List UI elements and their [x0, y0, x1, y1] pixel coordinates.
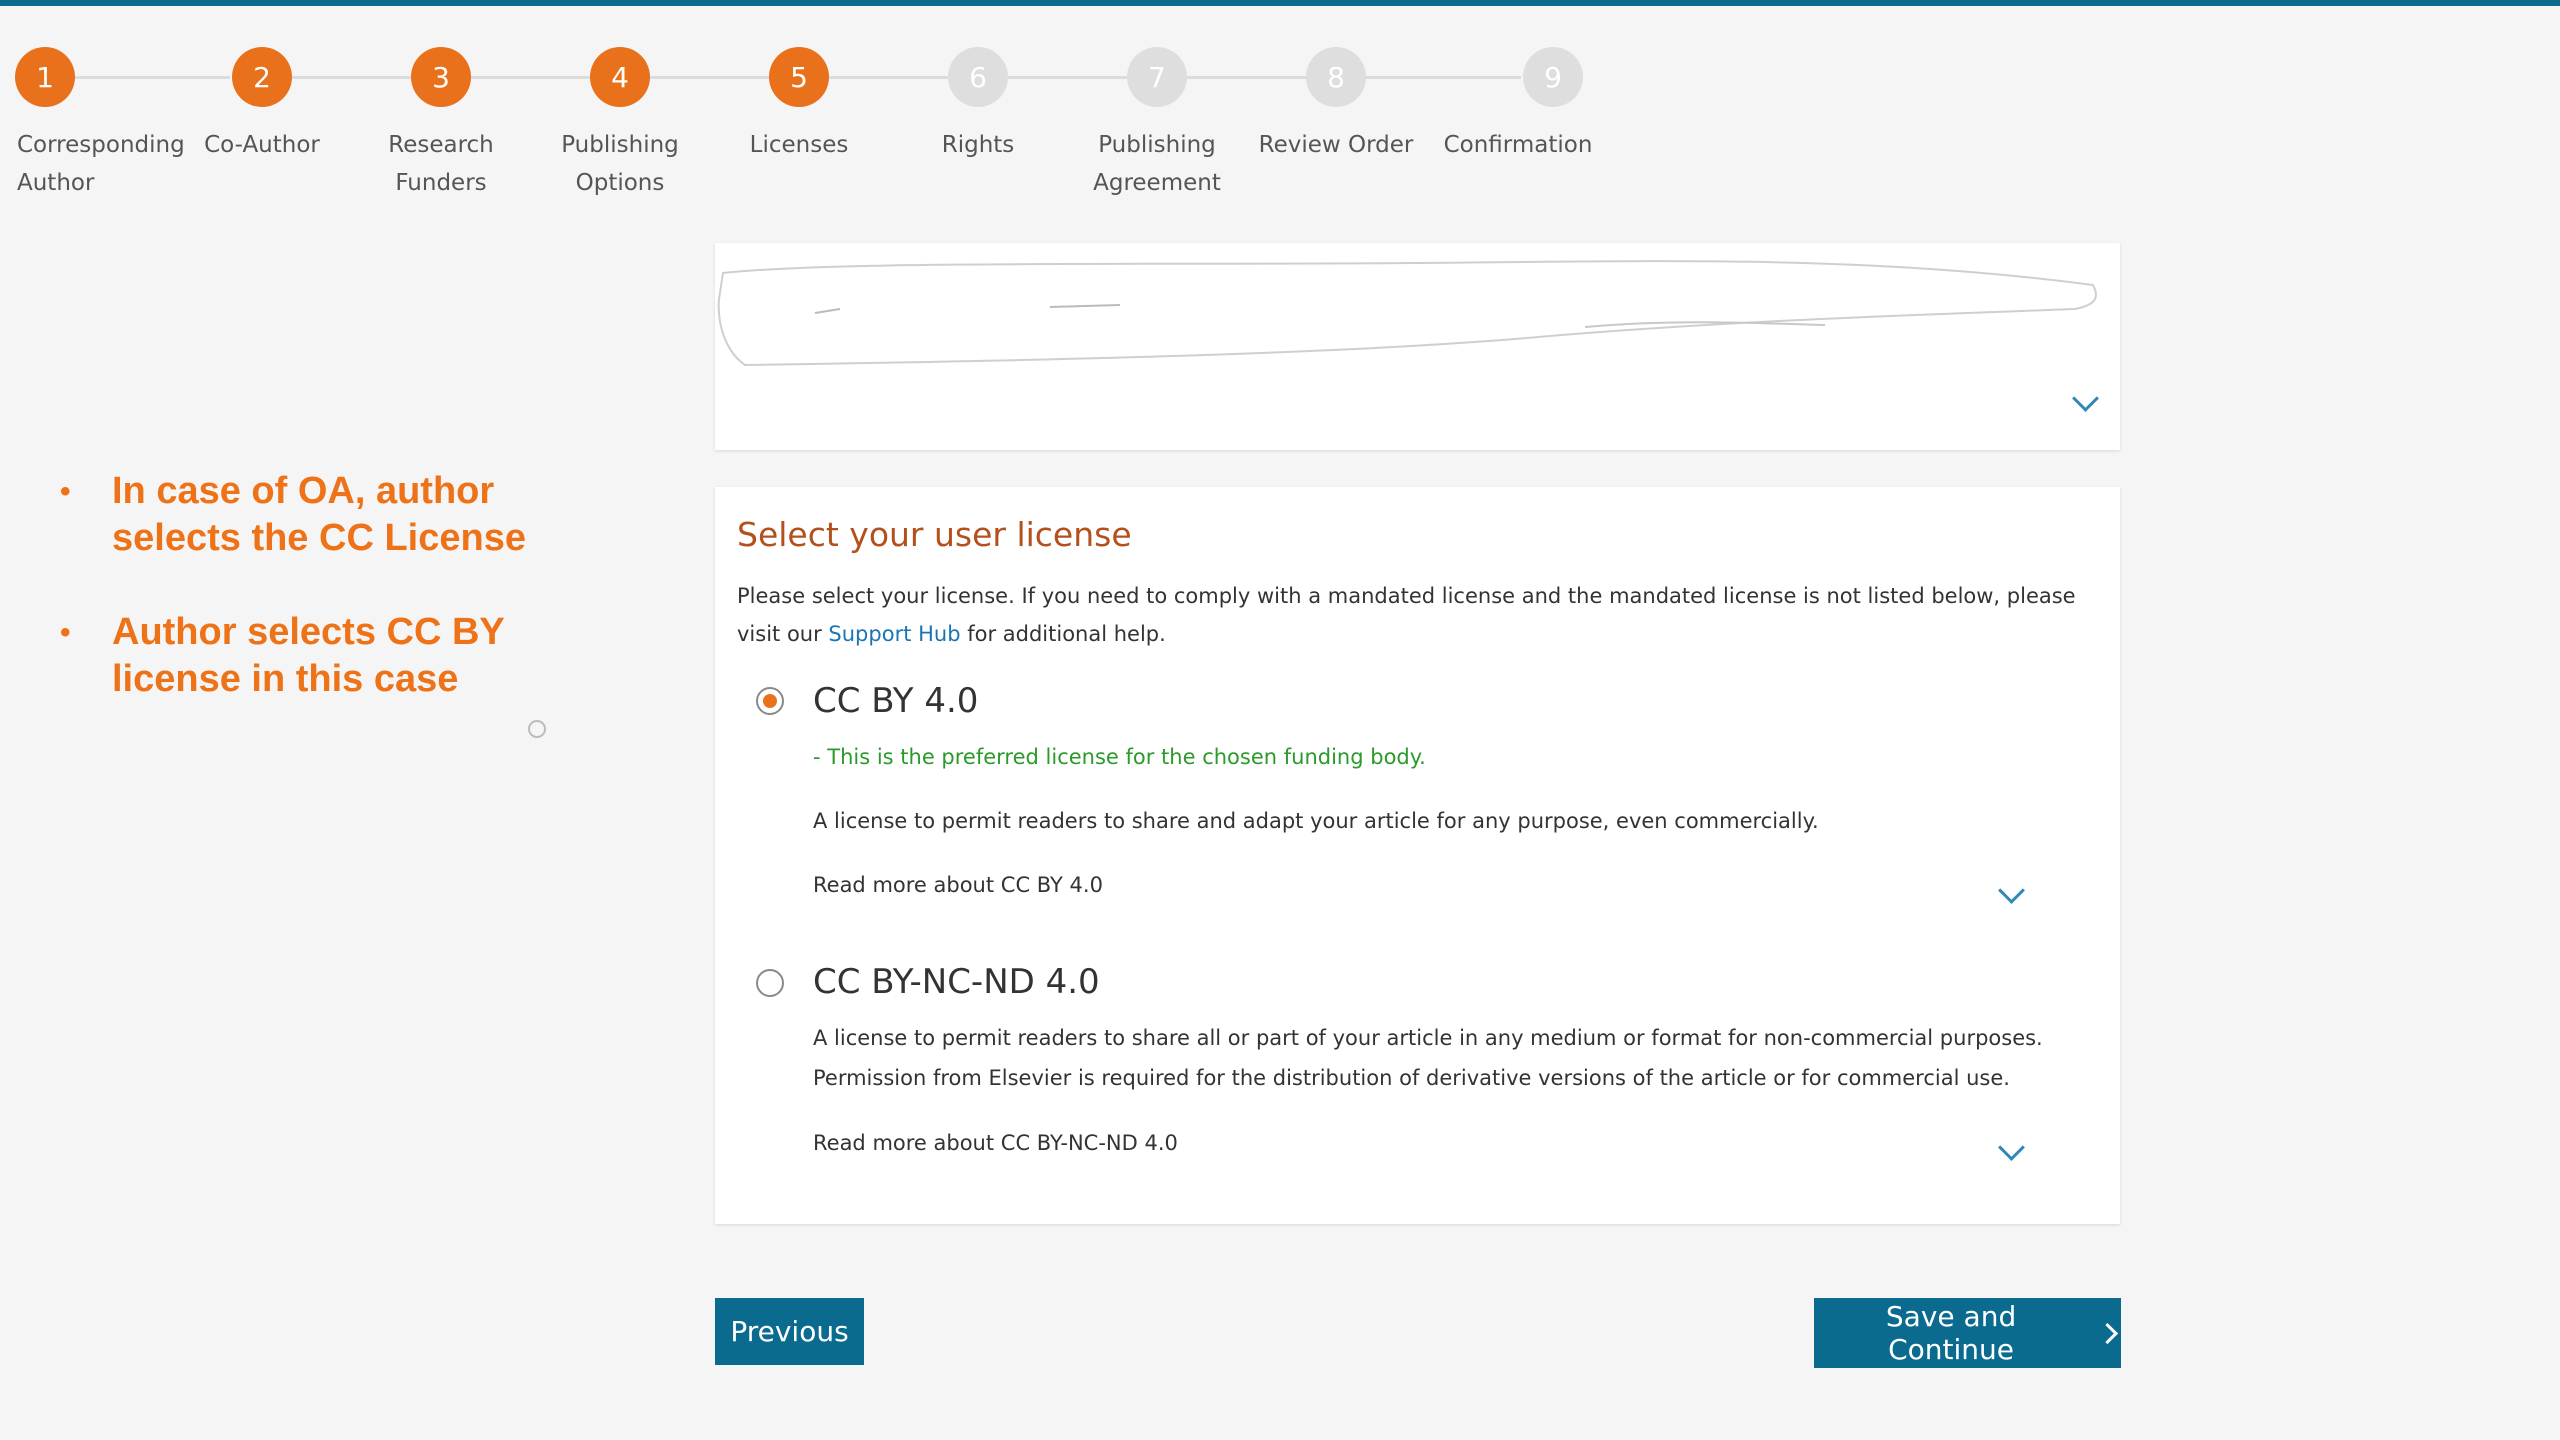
- step-6-label: Rights: [941, 132, 1015, 158]
- chevron-down-icon[interactable]: [1998, 1134, 2025, 1161]
- step-2-label: Co-Author: [204, 132, 320, 158]
- step-connector: [1366, 76, 1521, 79]
- previous-button[interactable]: Previous: [715, 1298, 864, 1365]
- step-1-circle[interactable]: 1: [15, 47, 75, 107]
- article-summary-card[interactable]: [715, 243, 2120, 450]
- cc-by-nc-nd-read-more[interactable]: Read more about CC BY-NC-ND 4.0: [813, 1123, 1513, 1163]
- step-8-label: Review Order: [1258, 132, 1414, 158]
- cc-by-nc-nd-radio[interactable]: [756, 969, 784, 997]
- step-connector: [471, 76, 591, 79]
- step-3-label: Research Funders: [388, 132, 494, 196]
- cc-by-read-more[interactable]: Read more about CC BY 4.0: [813, 865, 1513, 905]
- cc-by-title[interactable]: CC BY 4.0: [813, 681, 978, 721]
- cc-by-radio[interactable]: [756, 687, 784, 715]
- step-8-circle: 8: [1306, 47, 1366, 107]
- support-hub-link[interactable]: Support Hub: [828, 622, 960, 646]
- chevron-right-icon: [2097, 1322, 2119, 1344]
- step-9-label: Confirmation: [1443, 132, 1593, 158]
- step-connector: [829, 76, 949, 79]
- step-3-circle[interactable]: 3: [411, 47, 471, 107]
- license-intro: Please select your license. If you need …: [737, 577, 2107, 653]
- cc-by-description: A license to permit readers to share and…: [813, 809, 1819, 833]
- cc-by-nc-nd-description: A license to permit readers to share all…: [813, 1026, 2043, 1090]
- step-2-circle[interactable]: 2: [232, 47, 292, 107]
- previous-label: Previous: [730, 1315, 849, 1348]
- step-7-label: Publishing Agreement: [1093, 132, 1221, 196]
- step-6-circle: 6: [948, 47, 1008, 107]
- section-title: Select your user license: [737, 515, 1132, 554]
- license-card: Select your user license Please select y…: [715, 487, 2120, 1224]
- step-connector: [75, 76, 230, 79]
- step-4-label: Publishing Options: [561, 132, 679, 196]
- redacted-content: [717, 260, 2097, 367]
- step-connector: [292, 76, 412, 79]
- intro-text-end: for additional help.: [960, 622, 1166, 646]
- preferred-license-note: - This is the preferred license for the …: [813, 745, 1426, 769]
- step-9-circle: 9: [1523, 47, 1583, 107]
- step-5-label: Licenses: [749, 132, 849, 158]
- cc-by-nc-nd-title[interactable]: CC BY-NC-ND 4.0: [813, 962, 1100, 1002]
- step-connector: [650, 76, 770, 79]
- annotation-bullet: • Author selects CC BY license in this c…: [60, 609, 620, 703]
- step-7-circle: 7: [1127, 47, 1187, 107]
- chevron-down-icon[interactable]: [1998, 877, 2025, 904]
- step-4-circle[interactable]: 4: [590, 47, 650, 107]
- step-5-circle[interactable]: 5: [769, 47, 829, 107]
- annotation-text: Author selects CC BY license in this cas…: [112, 611, 505, 700]
- annotation-text: In case of OA, author selects the CC Lic…: [112, 470, 526, 559]
- bullet-dot: •: [60, 475, 71, 508]
- cursor-indicator: [528, 720, 546, 738]
- bullet-dot: •: [60, 616, 71, 649]
- progress-stepper: 1 2 3 4 5 6 7 8 9 Corresponding Author C…: [0, 0, 2560, 230]
- annotation-bullet: • In case of OA, author selects the CC L…: [60, 468, 620, 562]
- save-and-continue-button[interactable]: Save and Continue: [1814, 1298, 2121, 1368]
- save-and-continue-label: Save and Continue: [1885, 1300, 2017, 1366]
- step-connector: [1008, 76, 1128, 79]
- step-connector: [1187, 76, 1307, 79]
